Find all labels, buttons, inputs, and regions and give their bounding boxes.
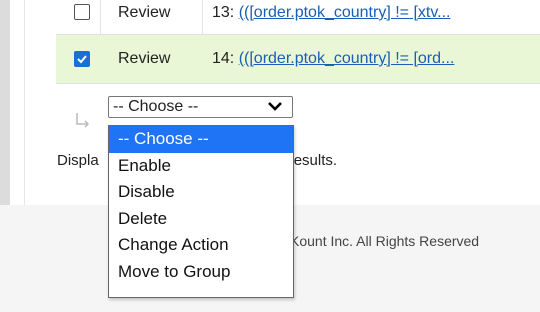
dropdown-option-move-to-group[interactable]: Move to Group (109, 259, 293, 286)
dropdown-option-disable[interactable]: Disable (109, 179, 293, 206)
rule-link[interactable]: (([order.ptok_country] != [ord... (239, 50, 455, 67)
rule-link[interactable]: (([order.ptok_country] != [xtv... (239, 4, 451, 21)
select-value: -- Choose -- (113, 98, 199, 115)
row-action: Review (118, 50, 171, 67)
dropdown-option-change-action[interactable]: Change Action (109, 232, 293, 259)
rule-number: 14: (212, 50, 239, 67)
chevron-down-icon (268, 102, 282, 111)
rule-number: 13: (212, 4, 239, 21)
bulk-action-dropdown[interactable]: -- Choose -- Enable Disable Delete Chang… (108, 125, 294, 298)
row-action: Review (118, 4, 171, 21)
row-description: 14: (([order.ptok_country] != [ord... (212, 50, 540, 68)
results-text-left: Displa (57, 152, 99, 169)
row-checkbox[interactable] (74, 51, 90, 67)
dropdown-option-delete[interactable]: Delete (109, 206, 293, 233)
checkmark-icon (77, 55, 87, 64)
left-sidebar-gutter (10, 0, 25, 205)
dropdown-option-choose[interactable]: -- Choose -- (109, 126, 293, 153)
dropdown-option-enable[interactable]: Enable (109, 153, 293, 180)
table-row[interactable]: Review 14: (([order.ptok_country] != [or… (56, 34, 540, 84)
corner-arrow-icon (76, 113, 90, 128)
copyright-text: Kount Inc. All Rights Reserved (290, 233, 480, 249)
row-description: 13: (([order.ptok_country] != [xtv... (212, 4, 540, 22)
bulk-action-select[interactable]: -- Choose -- (108, 96, 293, 118)
left-sidebar-edge (0, 0, 10, 205)
row-checkbox[interactable] (74, 4, 90, 20)
table-row[interactable]: Review 13: (([order.ptok_country] != [xt… (56, 0, 540, 34)
